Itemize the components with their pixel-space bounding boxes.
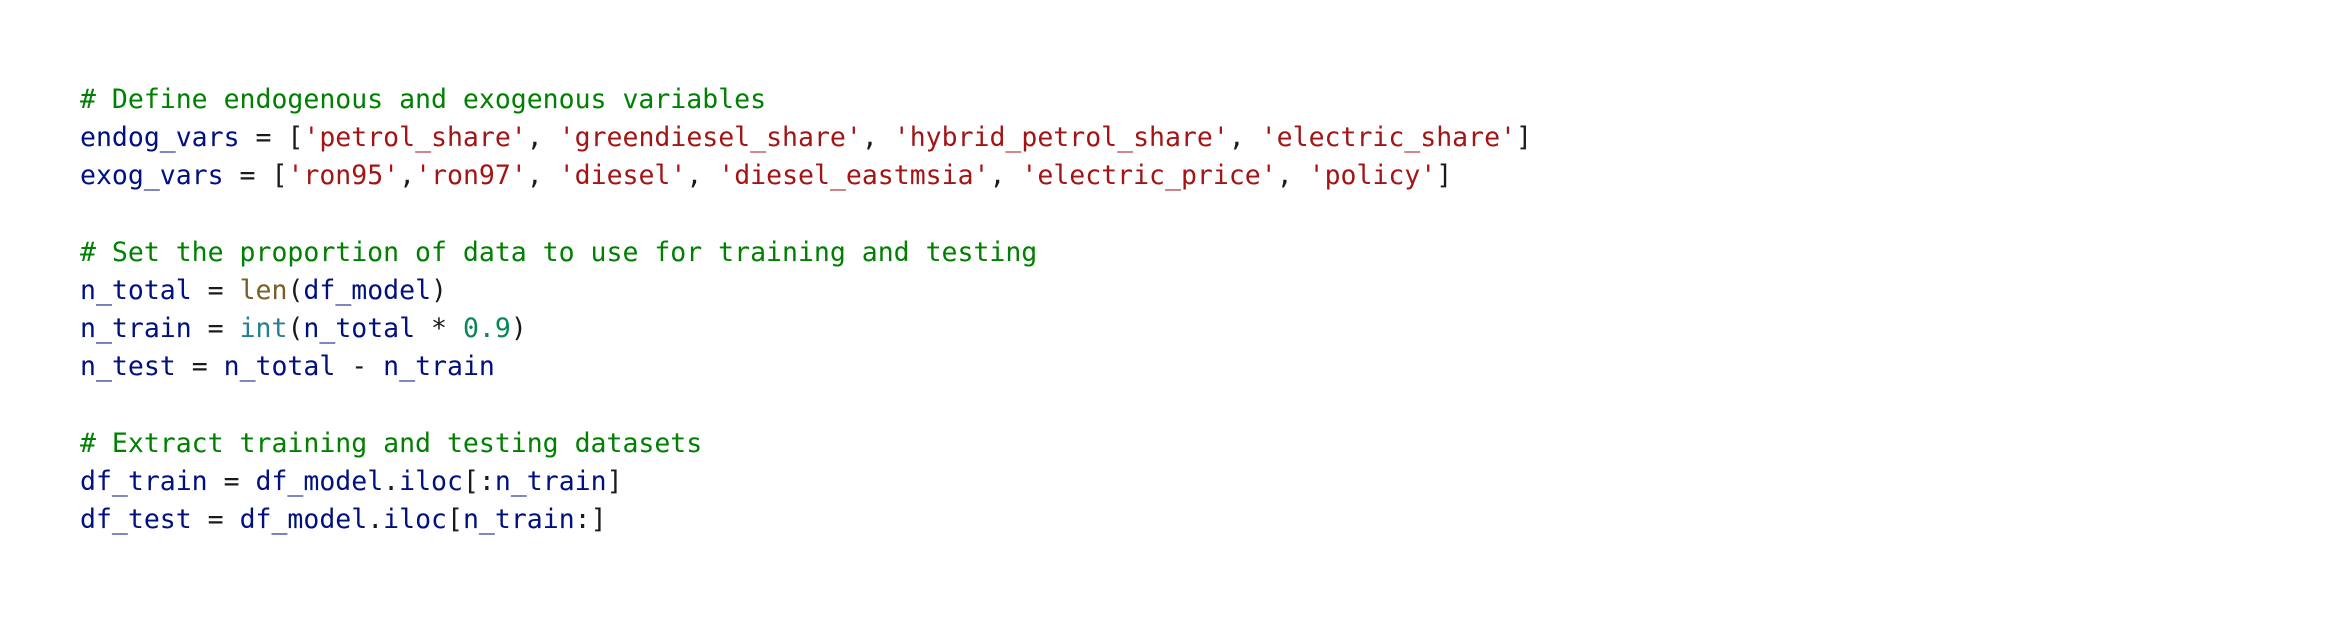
code-token-op: =	[223, 160, 272, 192]
code-token-op: =	[239, 122, 288, 154]
code-token-var: n_total	[223, 351, 336, 383]
code-block: # Define endogenous and exogenous variab…	[80, 81, 2280, 539]
code-line: exog_vars = ['ron95','ron97', 'diesel', …	[80, 157, 2280, 195]
code-token-var: n_train	[80, 313, 192, 345]
code-token-punct: (	[287, 274, 304, 306]
code-token-string: 'policy'	[1308, 160, 1437, 192]
code-token-var: df_test	[80, 504, 192, 536]
code-token-punct: (	[287, 313, 304, 345]
code-token-type: int	[239, 313, 288, 345]
code-token-string: 'ron95'	[287, 160, 400, 192]
code-token-punct: )	[431, 274, 448, 306]
code-token-op: =	[191, 313, 240, 345]
code-token-punct: [	[271, 160, 288, 192]
code-token-op: -	[335, 351, 384, 383]
code-token-comment: # Extract training and testing datasets	[80, 427, 703, 459]
code-token-var: iloc	[399, 465, 463, 497]
code-token-var: n_train	[494, 465, 607, 497]
code-token-punct: ,	[861, 122, 894, 154]
code-token-punct: ]	[1436, 160, 1453, 192]
code-token-punct: [	[287, 122, 304, 154]
code-token-punct: ,	[526, 122, 559, 154]
code-token-var: df_model	[303, 274, 432, 306]
code-token-var: df_train	[80, 465, 208, 497]
code-token-punct: ,	[399, 160, 416, 192]
code-token-var: n_test	[80, 351, 176, 383]
code-token-builtin: len	[239, 274, 288, 306]
code-token-punct: :]	[574, 504, 607, 536]
code-token-string: 'diesel'	[558, 160, 687, 192]
code-token-var: df_model	[255, 465, 384, 497]
code-token-string: 'ron97'	[415, 160, 527, 192]
code-token-punct: [:	[462, 465, 495, 497]
code-line: # Set the proportion of data to use for …	[80, 234, 2280, 272]
code-token-punct: ,	[1228, 122, 1261, 154]
code-line: n_test = n_total - n_train	[80, 348, 2280, 386]
code-token-op: =	[191, 274, 240, 306]
code-token-var: n_total	[303, 313, 416, 345]
code-token-string: 'greendiesel_share'	[558, 122, 862, 154]
code-line: n_total = len(df_model)	[80, 272, 2280, 310]
code-token-op: =	[191, 504, 240, 536]
code-token-op: =	[175, 351, 224, 383]
code-line: # Define endogenous and exogenous variab…	[80, 81, 2280, 119]
code-token-number: 0.9	[462, 313, 511, 345]
code-token-punct: ,	[526, 160, 559, 192]
code-line: n_train = int(n_total * 0.9)	[80, 310, 2280, 348]
code-token-var: n_total	[80, 274, 192, 306]
code-line: df_test = df_model.iloc[n_train:]	[80, 501, 2280, 539]
code-line: df_train = df_model.iloc[:n_train]	[80, 463, 2280, 501]
code-token-punct: )	[510, 313, 527, 345]
code-token-punct: [	[447, 504, 463, 536]
code-token-var: exog_vars	[80, 160, 224, 192]
code-token-punct: ,	[989, 160, 1022, 192]
code-token-var: df_model	[239, 504, 368, 536]
code-line: # Extract training and testing datasets	[80, 425, 2280, 463]
code-token-var: iloc	[383, 504, 447, 536]
code-token-op: *	[415, 313, 463, 345]
code-token-punct: .	[383, 465, 400, 497]
code-token-op: =	[207, 465, 256, 497]
code-token-comment: # Define endogenous and exogenous variab…	[80, 84, 767, 115]
code-token-punct: ]	[606, 465, 623, 497]
code-cell[interactable]: # Define endogenous and exogenous variab…	[80, 81, 2280, 539]
code-token-string: 'diesel_eastmsia'	[718, 160, 990, 192]
code-token-string: 'electric_price'	[1021, 160, 1277, 192]
code-line: endog_vars = ['petrol_share', 'greendies…	[80, 119, 2280, 157]
code-token-var: n_train	[462, 504, 575, 536]
code-token-punct: ,	[686, 160, 719, 192]
code-token-var: n_train	[383, 351, 495, 383]
code-token-punct: ]	[1516, 122, 1532, 154]
code-token-var: endog_vars	[80, 122, 240, 154]
code-token-string: 'hybrid_petrol_share'	[893, 122, 1229, 154]
code-token-punct: .	[367, 504, 384, 536]
code-token-string: 'electric_share'	[1260, 122, 1516, 154]
code-token-punct: ,	[1276, 160, 1309, 192]
code-token-string: 'petrol_share'	[303, 122, 527, 154]
code-token-comment: # Set the proportion of data to use for …	[80, 236, 1038, 268]
